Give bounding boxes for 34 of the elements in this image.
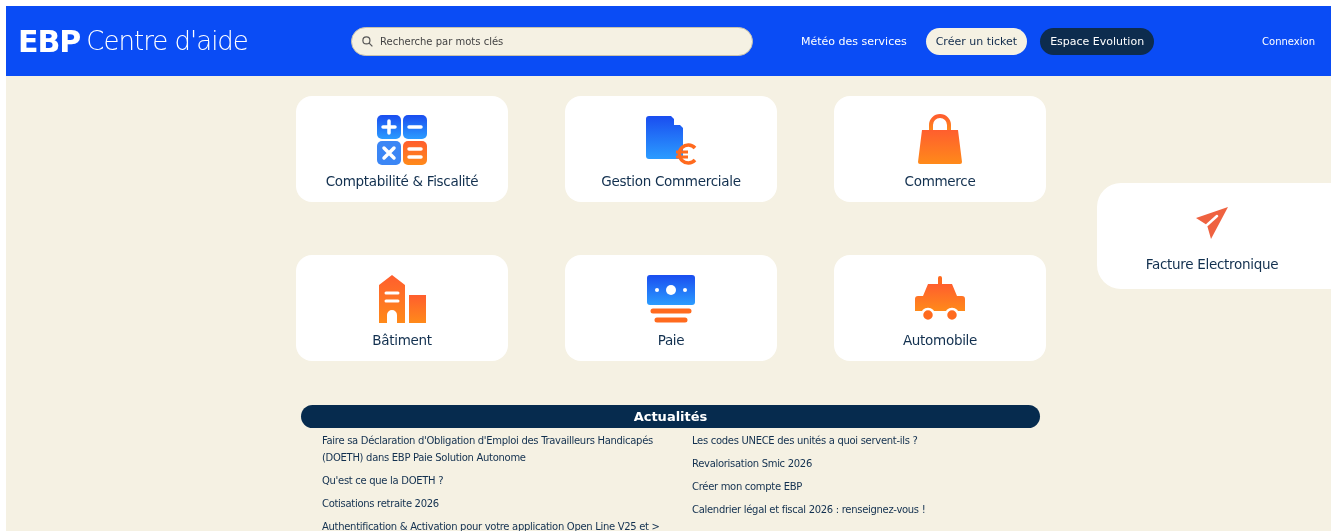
- category-label: Gestion Commerciale: [601, 173, 741, 189]
- category-card[interactable]: Comptabilité & Fiscalité: [296, 96, 508, 202]
- category-label: Automobile: [902, 332, 978, 348]
- category-card[interactable]: Bâtiment: [296, 255, 508, 361]
- category-label: Comptabilité & Fiscalité: [325, 173, 479, 189]
- category-label: Facture Electronique: [1145, 256, 1279, 272]
- category-label: Paie: [657, 332, 685, 348]
- calculator-icon: [376, 114, 428, 166]
- category-card[interactable]: Commerce: [834, 96, 1046, 202]
- news-link[interactable]: Revalorisation Smic 2026: [692, 455, 1037, 472]
- logo-mark[interactable]: EBP: [18, 23, 81, 59]
- category-card[interactable]: Automobile: [834, 255, 1046, 361]
- category-label: Bâtiment: [372, 332, 432, 348]
- search-icon: [361, 34, 374, 48]
- news-link[interactable]: Créer mon compte EBP: [692, 478, 1037, 495]
- building-icon: [376, 273, 428, 325]
- news-link[interactable]: Qu'est ce que la DOETH ?: [322, 472, 667, 489]
- news-link[interactable]: Les codes UNECE des unités a quoi servent-ils ?: [692, 432, 1037, 449]
- document-euro-icon: [645, 114, 697, 166]
- news-link[interactable]: Calendrier légal et fiscal 2026 : renseignez-vous !: [692, 501, 1037, 518]
- category-card[interactable]: Paie: [565, 255, 777, 361]
- news-link[interactable]: Cotisations retraite 2026: [322, 495, 667, 512]
- news-link[interactable]: Faire sa Déclaration d'Obligation d'Emploi des Travailleurs Handicapés (DOETH) dans EBP Paie Solution Autonome: [322, 432, 667, 466]
- banknote-icon: [645, 273, 697, 325]
- login-link[interactable]: Connexion: [1262, 35, 1315, 47]
- logo-text[interactable]: Centre d'aide: [86, 26, 248, 56]
- category-card[interactable]: Gestion Commerciale: [565, 96, 777, 202]
- category-label: Commerce: [904, 173, 976, 189]
- news-title: Actualités: [301, 405, 1040, 428]
- nav-button[interactable]: Espace Evolution: [1040, 27, 1155, 55]
- nav-link[interactable]: Météo des services: [801, 34, 913, 48]
- nav-button[interactable]: Créer un ticket: [925, 27, 1028, 55]
- search-field[interactable]: Recherche par mots clés: [351, 26, 753, 56]
- category-card[interactable]: Facture Electronique: [1097, 183, 1331, 289]
